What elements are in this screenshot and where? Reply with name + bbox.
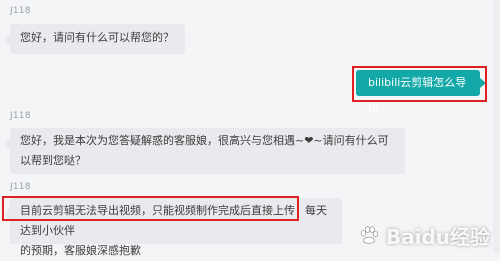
message-text: 您好，请问有什么可以帮您的？ [20, 31, 174, 44]
sender-name: J118 [10, 182, 31, 192]
message-text-line: 目前云剪辑无法导出视频，只能视频制作完成后直接上传 每天达到小伙伴 [20, 201, 332, 241]
message-text-line: 的预期，客服娘深感抱歉 [20, 244, 141, 257]
message-text-highlighted: 目前云剪辑无法导出视频，只能视频制作完成后直接上传 [20, 204, 295, 217]
sender-name: J118 [10, 6, 31, 16]
incoming-message-bubble: 目前云剪辑无法导出视频，只能视频制作完成后直接上传 每天达到小伙伴 的预期，客服娘… [4, 198, 342, 257]
scrollbar-track[interactable] [493, 0, 500, 254]
message-text: bilibili云剪辑怎么导出 [368, 76, 467, 115]
message-text-line: 您好，我是本次为您答疑解惑的客服娘，很高兴与您相遇~❤~请问有什么可 [20, 134, 389, 147]
watermark-text: Baidu经验 [385, 225, 490, 249]
paw-icon [360, 225, 378, 244]
sender-name: J118 [10, 111, 31, 121]
watermark: Baidu经验 [358, 221, 490, 250]
outgoing-message-bubble: bilibili云剪辑怎么导出 [356, 70, 486, 115]
incoming-message-bubble: 您好，请问有什么可以帮您的？ [4, 24, 185, 54]
message-text-line: 以帮到您哒？ [20, 154, 86, 167]
incoming-message-bubble: 您好，我是本次为您答疑解惑的客服娘，很高兴与您相遇~❤~请问有什么可 以帮到您哒… [4, 128, 405, 174]
